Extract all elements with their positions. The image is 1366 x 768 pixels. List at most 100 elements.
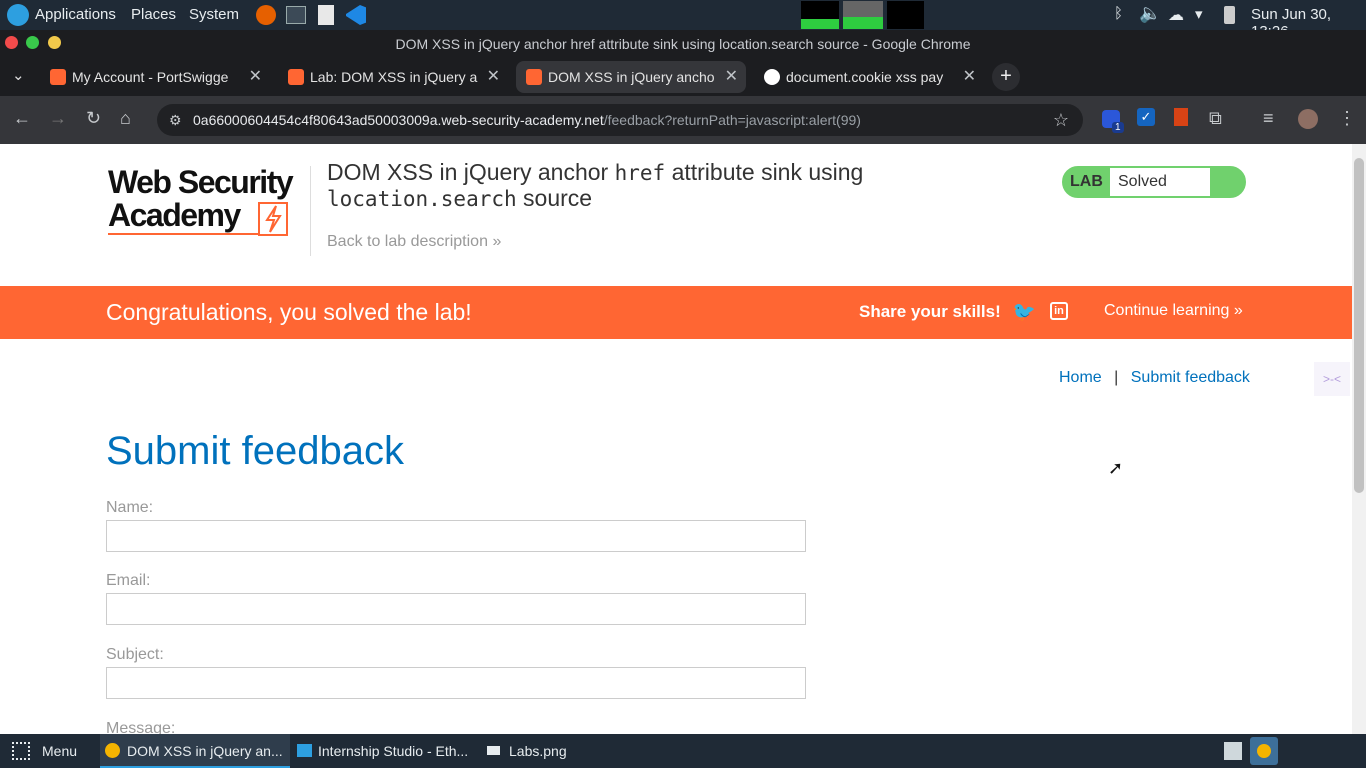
text-editor-launcher-icon[interactable]	[318, 5, 334, 25]
name-label: Name:	[106, 499, 154, 516]
taskbar-item-file-manager[interactable]: Internship Studio - Eth...	[292, 734, 482, 768]
email-input[interactable]	[106, 593, 806, 625]
tab-lab-description[interactable]: Lab: DOM XSS in jQuery a ✕	[278, 61, 508, 93]
bookmark-star-icon[interactable]: ☆	[1053, 104, 1069, 136]
congrats-message: Congratulations, you solved the lab!	[106, 299, 472, 325]
cpu-monitor-graph	[801, 1, 839, 29]
taskbar-item-chrome[interactable]: DOM XSS in jQuery an...	[100, 734, 290, 768]
places-menu[interactable]: Places	[131, 6, 176, 23]
memory-monitor-graph	[843, 1, 883, 29]
twitter-icon[interactable]: 🐦	[1012, 300, 1036, 324]
applications-menu[interactable]: Applications	[35, 6, 116, 23]
maximize-window-button[interactable]	[26, 36, 39, 49]
continue-learning-link[interactable]: Continue learning »	[1104, 302, 1243, 320]
subject-input[interactable]	[106, 667, 806, 699]
minimize-window-button[interactable]	[48, 36, 61, 49]
battery-icon[interactable]	[1224, 6, 1235, 24]
url-host: 0a66000604454c4f80643ad50003009a.web-sec…	[193, 112, 604, 128]
bluetooth-icon[interactable]: ᛒ	[1114, 5, 1123, 22]
tab-title: document.cookie xss pay	[786, 69, 944, 85]
tray-app-icon[interactable]	[1224, 742, 1242, 760]
lightning-icon	[258, 202, 288, 236]
back-to-lab-link[interactable]: Back to lab description »	[327, 233, 501, 251]
email-label: Email:	[106, 572, 151, 589]
lab-title-text-2: attribute sink using	[665, 159, 864, 185]
new-tab-button[interactable]: +	[992, 63, 1020, 91]
tab-title: DOM XSS in jQuery ancho	[548, 69, 715, 85]
mouse-cursor-icon: ➚	[1108, 458, 1124, 478]
taskbar-menu-button[interactable]: Menu	[42, 743, 77, 759]
home-icon[interactable]: ⌂	[120, 108, 131, 129]
side-widget-icon[interactable]: >-<	[1314, 362, 1350, 396]
kali-logo-icon[interactable]	[7, 4, 29, 26]
close-window-button[interactable]	[5, 36, 18, 49]
breadcrumb-home-link[interactable]: Home	[1059, 369, 1102, 386]
cloud-icon[interactable]: ☁	[1168, 5, 1184, 25]
lab-title-code-1: href	[614, 161, 666, 185]
share-label: Share your skills!	[859, 302, 1001, 321]
name-input[interactable]	[106, 520, 806, 552]
chrome-menu-icon[interactable]: ⋮	[1338, 108, 1356, 129]
message-label: Message:	[106, 720, 176, 734]
extension-count-badge: 1	[1112, 122, 1124, 133]
taskbar-item-image[interactable]: Labs.png	[484, 734, 594, 768]
image-file-icon	[487, 746, 500, 755]
terminal-launcher-icon[interactable]	[286, 6, 306, 24]
address-bar[interactable]: ⚙ 0a66000604454c4f80643ad50003009a.web-s…	[157, 104, 1083, 136]
toolbar: ← → ↻ ⌂ ⚙ 0a66000604454c4f80643ad5000300…	[0, 96, 1366, 144]
lab-status-badge: LAB Solved	[1062, 166, 1246, 198]
portswigger-favicon-icon	[288, 69, 304, 85]
close-tab-icon[interactable]: ✕	[963, 61, 976, 93]
tab-active-lab[interactable]: DOM XSS in jQuery ancho ✕	[516, 61, 746, 93]
chrome-icon	[105, 743, 120, 758]
tab-list-dropdown-icon[interactable]: ⌄	[12, 66, 25, 84]
close-tab-icon[interactable]: ✕	[487, 61, 500, 93]
window-title: DOM XSS in jQuery anchor href attribute …	[395, 36, 971, 52]
portswigger-favicon-icon	[526, 69, 542, 85]
breadcrumb: Home | Submit feedback	[1059, 369, 1250, 387]
checkmark-extension-icon[interactable]: ✓	[1137, 108, 1155, 126]
vscode-launcher-icon[interactable]	[346, 5, 366, 25]
double-chevron-right-icon: »	[1229, 302, 1243, 319]
window-title-bar: DOM XSS in jQuery anchor href attribute …	[0, 30, 1366, 58]
breadcrumb-current-link[interactable]: Submit feedback	[1131, 369, 1250, 386]
back-icon[interactable]: ←	[13, 108, 31, 129]
tray-chrome-logo-icon	[1257, 744, 1271, 758]
lab-title-text-1: DOM XSS in jQuery anchor	[327, 159, 615, 185]
site-info-icon[interactable]: ⚙	[169, 104, 182, 136]
back-to-lab-text: Back to lab description	[327, 233, 488, 250]
wifi-icon[interactable]: ▾	[1195, 5, 1203, 23]
media-controls-icon[interactable]: ≡	[1263, 108, 1274, 129]
taskbar-item-label: Internship Studio - Eth...	[318, 743, 469, 759]
linkedin-icon[interactable]: in	[1050, 302, 1068, 320]
volume-icon[interactable]: 🔈	[1139, 3, 1161, 24]
network-monitor-graph	[887, 1, 924, 29]
folder-icon	[297, 744, 312, 757]
system-menu[interactable]: System	[189, 6, 239, 23]
tab-strip: ⌄ My Account - PortSwigge ✕ Lab: DOM XSS…	[0, 58, 1366, 96]
extensions-puzzle-icon[interactable]: ⧉	[1209, 108, 1222, 129]
page-scrollbar-thumb[interactable]	[1354, 158, 1364, 493]
reload-icon[interactable]: ↻	[86, 108, 101, 129]
subject-label: Subject:	[106, 646, 164, 663]
profile-avatar[interactable]	[1298, 109, 1318, 129]
web-security-academy-logo[interactable]: Web Security Academy	[108, 166, 308, 240]
tab-my-account[interactable]: My Account - PortSwigge ✕	[40, 61, 270, 93]
lab-title: DOM XSS in jQuery anchor href attribute …	[327, 160, 967, 212]
close-tab-icon[interactable]: ✕	[725, 61, 738, 93]
continue-learning-text: Continue learning	[1104, 302, 1230, 319]
close-tab-icon[interactable]: ✕	[249, 61, 262, 93]
google-favicon-icon	[764, 69, 780, 85]
forward-icon[interactable]: →	[49, 108, 67, 129]
tab-title: My Account - PortSwigge	[72, 69, 229, 85]
bookmark-extension-icon[interactable]	[1174, 108, 1188, 126]
double-chevron-right-icon: »	[492, 233, 502, 250]
grid-menu-icon[interactable]	[12, 742, 30, 760]
page-title: Submit feedback	[106, 429, 404, 473]
lab-status-text: Solved	[1110, 168, 1210, 196]
web-page: Web Security Academy DOM XSS in jQuery a…	[0, 144, 1352, 734]
firefox-launcher-icon[interactable]	[256, 5, 276, 25]
logo-line-1: Web Security	[108, 164, 294, 200]
url-path: /feedback?returnPath=javascript:alert(99…	[603, 112, 861, 128]
tab-google-search[interactable]: document.cookie xss pay ✕	[754, 61, 984, 93]
